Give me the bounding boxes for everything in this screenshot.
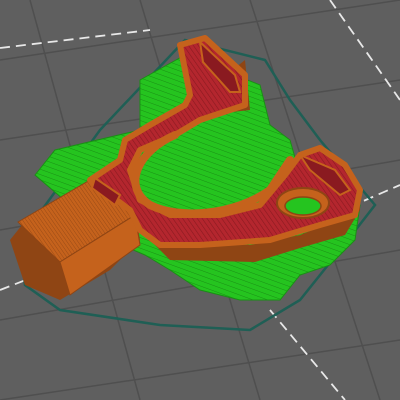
part-hole — [276, 187, 330, 219]
print-preview-canvas[interactable] — [0, 0, 400, 400]
3d-viewport[interactable] — [0, 0, 400, 400]
